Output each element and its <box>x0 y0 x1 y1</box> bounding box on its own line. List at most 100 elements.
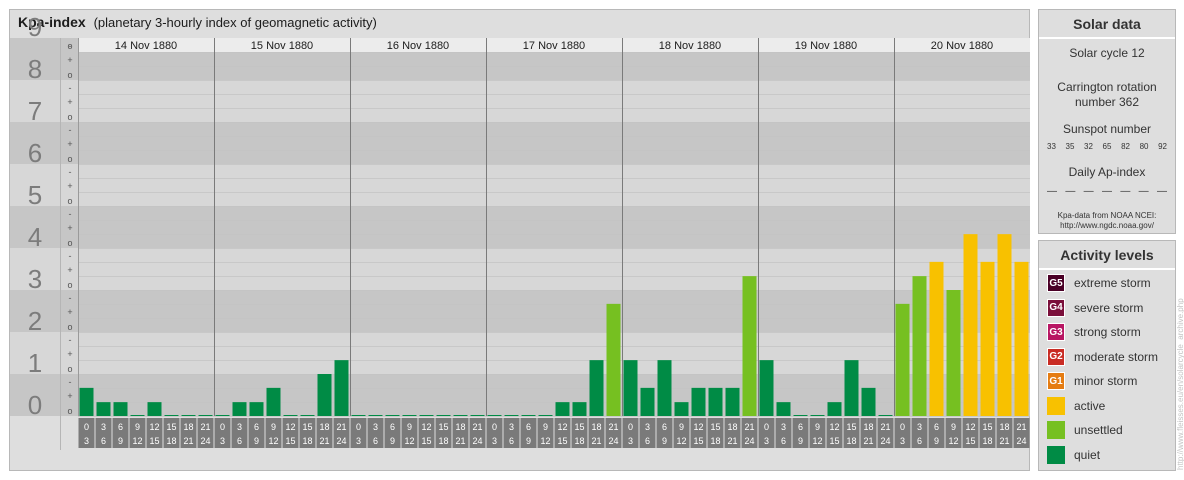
kp-bar <box>504 415 519 416</box>
interval-start-label: 9 <box>407 422 412 432</box>
watermark-url: http://www.fleisses.eu/en/solarcycle_arc… <box>1176 298 1184 470</box>
ap-value: — <box>1047 186 1057 197</box>
kp-bar <box>640 387 655 416</box>
y-band <box>10 332 1030 374</box>
activity-levels-panel: Activity levels G5 extreme storm G4 severe … <box>1038 240 1176 471</box>
ap-value: — <box>1101 186 1112 197</box>
data-source-label: Kpa-data from NOAA NCEI: <box>1057 211 1157 220</box>
solar-cycle: Solar cycle 12 <box>1069 46 1145 60</box>
sub-tick-label: + <box>67 307 72 317</box>
interval-end-label: 12 <box>540 436 550 446</box>
kp-bar <box>895 303 910 416</box>
interval-start-label: 3 <box>237 422 242 432</box>
interval-end-label: 12 <box>404 436 414 446</box>
activity-level-row: G2 moderate storm <box>1039 345 1175 370</box>
ap-value: — <box>1083 186 1094 197</box>
kp-bar <box>963 234 978 416</box>
kp-bar <box>130 415 145 416</box>
sunspot-number-title: Sunspot number <box>1062 122 1152 136</box>
interval-end-label: 6 <box>781 436 786 446</box>
interval-start-label: 3 <box>509 422 514 432</box>
activity-level-swatch: G4 <box>1047 298 1065 317</box>
interval-start-label: 12 <box>557 422 567 432</box>
date-label: 17 Nov 1880 <box>523 40 585 52</box>
kp-bar <box>351 415 366 416</box>
interval-start-label: 3 <box>373 422 378 432</box>
kp-bar <box>725 387 740 416</box>
interval-end-label: 3 <box>220 436 225 446</box>
y-band <box>10 374 1030 416</box>
interval-start-label: 18 <box>319 422 329 432</box>
kp-bar <box>623 360 638 416</box>
date-label: 20 Nov 1880 <box>931 40 993 52</box>
interval-end-label: 24 <box>200 436 210 446</box>
interval-start-label: 0 <box>220 422 225 432</box>
kp-bar <box>759 360 774 416</box>
interval-start-label: 6 <box>798 422 803 432</box>
kp-bar <box>334 360 349 416</box>
interval-start-label: 21 <box>608 422 618 432</box>
activity-levels-list: G5 extreme storm G4 severe storm G3 strong st… <box>1039 270 1175 467</box>
sub-tick-label: + <box>67 265 72 275</box>
kp-bar <box>232 402 247 416</box>
interval-end-label: 24 <box>608 436 618 446</box>
sunspot-value: 33 <box>1047 142 1056 151</box>
interval-start-label: 9 <box>815 422 820 432</box>
y-tick-label: 5 <box>28 180 42 210</box>
interval-end-label: 15 <box>965 436 975 446</box>
kp-bar <box>521 415 536 416</box>
kp-bar <box>827 402 842 416</box>
interval-start-label: 9 <box>679 422 684 432</box>
y-tick-label: 7 <box>28 96 42 126</box>
interval-end-label: 15 <box>557 436 567 446</box>
sub-tick-label: + <box>67 391 72 401</box>
kp-bar <box>810 415 825 416</box>
activity-level-label: unsettled <box>1074 423 1123 438</box>
data-source-url: http://www.ngdc.noaa.gov/ <box>1060 221 1154 230</box>
solar-data-title: Solar data <box>1039 10 1175 39</box>
activity-level-label: severe storm <box>1074 300 1144 315</box>
date-label: 18 Nov 1880 <box>659 40 721 52</box>
activity-level-label: active <box>1074 398 1106 413</box>
interval-start-label: 15 <box>438 422 448 432</box>
interval-end-label: 12 <box>676 436 686 446</box>
interval-end-label: 24 <box>472 436 482 446</box>
interval-end-label: 9 <box>662 436 667 446</box>
interval-start-label: 18 <box>455 422 465 432</box>
sub-tick-label: - <box>69 125 72 135</box>
activity-level-label: extreme storm <box>1074 276 1151 291</box>
activity-level-row: unsettled <box>1039 418 1175 443</box>
interval-end-label: 3 <box>628 436 633 446</box>
ap-value: — <box>1120 186 1131 197</box>
interval-end-label: 12 <box>132 436 142 446</box>
interval-end-label: 6 <box>509 436 514 446</box>
kpa-bar-chart: 0123456789o+-o+-o+-o+-o+-o+-o+-o+-o+-o 14… <box>10 12 1030 450</box>
kp-bar <box>606 303 621 416</box>
kp-bar <box>1014 261 1029 416</box>
kp-bar <box>147 402 162 416</box>
kp-bar <box>538 415 553 416</box>
sub-tick-label: o <box>67 112 72 122</box>
activity-level-label: quiet <box>1074 447 1101 462</box>
ap-value: — <box>1138 186 1149 197</box>
interval-start-label: 12 <box>965 422 975 432</box>
sub-tick-label: + <box>67 97 72 107</box>
interval-end-label: 18 <box>166 436 176 446</box>
sunspot-value: 65 <box>1102 142 1112 151</box>
interval-end-label: 24 <box>880 436 890 446</box>
kp-bar <box>776 402 791 416</box>
interval-start-label: 15 <box>166 422 176 432</box>
interval-start-label: 15 <box>574 422 584 432</box>
activity-level-swatch: G1 <box>1047 372 1065 391</box>
interval-start-label: 15 <box>982 422 992 432</box>
interval-start-label: 3 <box>781 422 786 432</box>
sub-tick-label: o <box>67 238 72 248</box>
sub-tick-label: o <box>67 406 72 416</box>
kp-bar <box>742 276 757 416</box>
interval-start-label: 6 <box>526 422 531 432</box>
kp-bar <box>164 415 179 416</box>
activity-level-row: G4 severe storm <box>1039 296 1175 321</box>
interval-end-label: 21 <box>319 436 329 446</box>
ap-value: — <box>1065 186 1076 197</box>
kp-bar <box>266 387 281 416</box>
